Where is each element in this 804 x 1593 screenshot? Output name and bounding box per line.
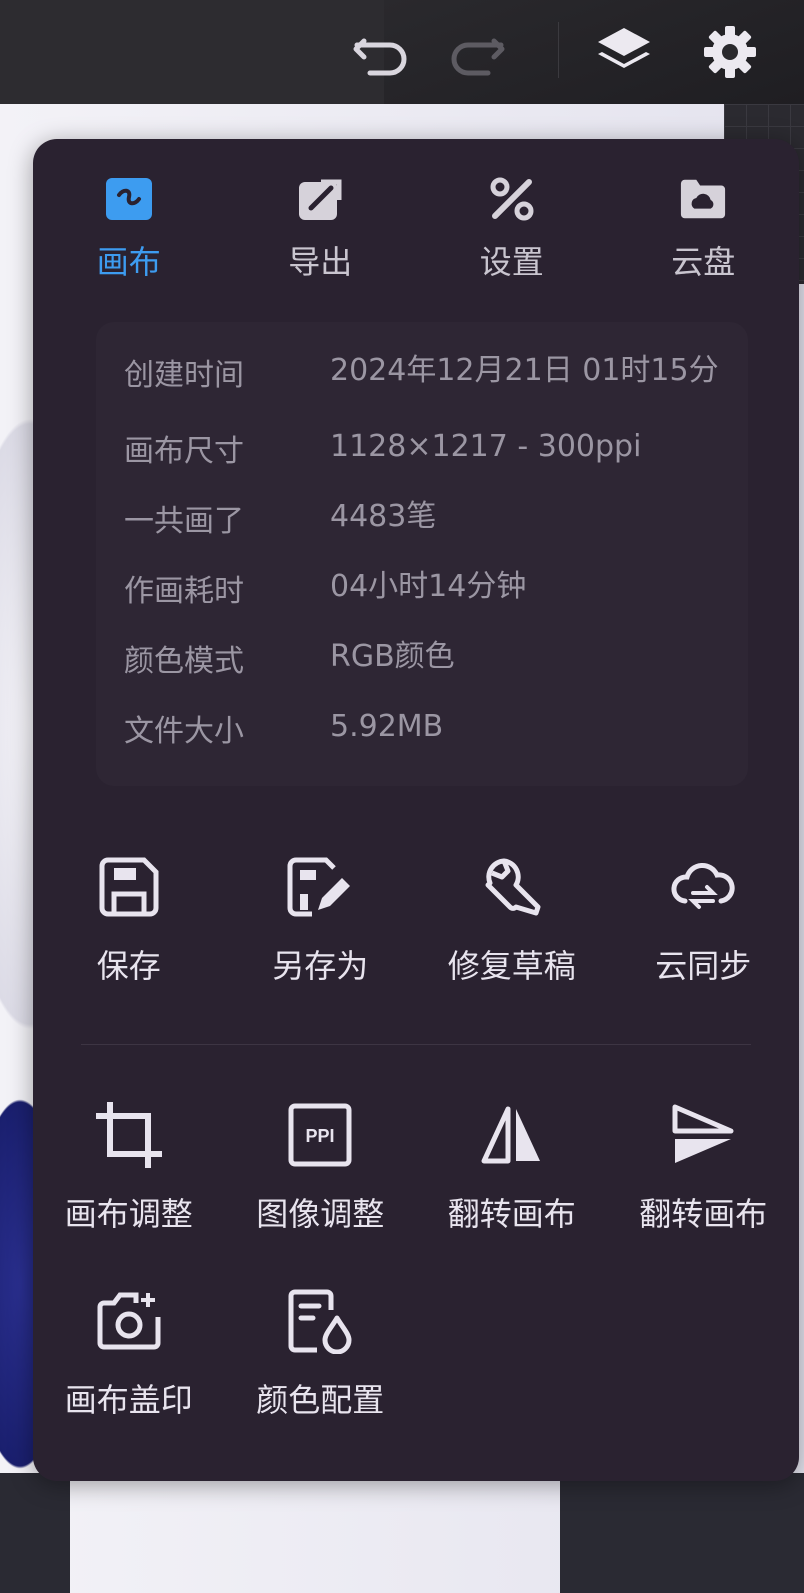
settings-tools-icon	[488, 175, 536, 223]
save-button[interactable]: 保存	[33, 851, 225, 987]
tab-label: 云盘	[671, 243, 736, 281]
color-profile-icon	[284, 1285, 356, 1357]
action-label: 翻转画布	[639, 1195, 768, 1233]
canvas-adjust-button[interactable]: 画布调整	[33, 1099, 225, 1235]
flip-vertical-button[interactable]: 翻转画布	[608, 1099, 800, 1235]
info-row-file-size: 文件大小 5.92MB	[124, 706, 730, 750]
action-label: 云同步	[655, 947, 752, 985]
info-row-strokes: 一共画了 4483笔	[124, 496, 730, 540]
cloud-sync-icon	[667, 851, 739, 923]
info-row-created: 创建时间 2024年12月21日 01时15分	[124, 350, 730, 394]
image-adjust-button[interactable]: PPI 图像调整	[225, 1099, 417, 1235]
canvas-info-card: 创建时间 2024年12月21日 01时15分 画布尺寸 1128×1217 -…	[96, 322, 748, 786]
info-key: 颜色模式	[124, 644, 244, 679]
info-row-color-mode: 颜色模式 RGB颜色	[124, 636, 730, 680]
tab-label: 导出	[288, 243, 353, 281]
action-label: 颜色配置	[256, 1381, 385, 1419]
tab-export[interactable]: 导出	[225, 139, 417, 299]
info-value: 1128×1217 - 300ppi	[330, 429, 642, 464]
canvas-menu-panel: 画布 导出 设置 云盘 创建时间 2024年12月21日 01时15分 画布尺寸…	[33, 139, 799, 1481]
flip-horizontal-icon	[476, 1099, 548, 1171]
redo-icon[interactable]	[446, 22, 506, 82]
info-value: 2024年12月21日 01时15分	[330, 353, 719, 388]
flip-vertical-icon	[667, 1099, 739, 1171]
action-label: 图像调整	[256, 1195, 385, 1233]
action-label: 画布盖印	[64, 1381, 193, 1419]
cloud-sync-button[interactable]: 云同步	[608, 851, 800, 987]
save-as-icon	[284, 851, 356, 923]
info-key: 作画耗时	[124, 574, 244, 609]
action-label: 保存	[96, 947, 161, 985]
color-profile-button[interactable]: 颜色配置	[225, 1285, 417, 1421]
info-value: 5.92MB	[330, 709, 444, 744]
tab-settings[interactable]: 设置	[416, 139, 608, 299]
info-key: 创建时间	[124, 358, 244, 393]
top-toolbar	[0, 0, 804, 104]
tab-label: 画布	[96, 243, 161, 281]
info-value: RGB颜色	[330, 639, 455, 674]
info-row-duration: 作画耗时 04小时14分钟	[124, 566, 730, 610]
action-label: 翻转画布	[447, 1195, 576, 1233]
action-label: 画布调整	[64, 1195, 193, 1233]
export-icon	[296, 175, 344, 223]
panel-tabs: 画布 导出 设置 云盘	[33, 139, 799, 299]
wrench-icon	[476, 851, 548, 923]
info-row-size: 画布尺寸 1128×1217 - 300ppi	[124, 426, 730, 470]
layers-icon[interactable]	[594, 22, 654, 82]
undo-icon[interactable]	[352, 22, 412, 82]
tab-label: 设置	[479, 243, 544, 281]
action-label: 另存为	[272, 947, 369, 985]
info-key: 文件大小	[124, 714, 244, 749]
ppi-icon: PPI	[284, 1099, 356, 1171]
camera-icon	[93, 1285, 165, 1357]
action-row-extra: 画布盖印 颜色配置	[33, 1285, 799, 1421]
ppi-icon-text: PPI	[306, 1126, 335, 1146]
repair-draft-button[interactable]: 修复草稿	[416, 851, 608, 987]
toolbar-separator	[558, 22, 559, 78]
info-key: 一共画了	[124, 504, 244, 539]
save-as-button[interactable]: 另存为	[225, 851, 417, 987]
info-value: 04小时14分钟	[330, 569, 527, 604]
action-row-adjust: 画布调整 PPI 图像调整 翻转画布 翻转画布	[33, 1099, 799, 1235]
canvas-stamp-button[interactable]: 画布盖印	[33, 1285, 225, 1421]
action-label: 修复草稿	[447, 947, 576, 985]
crop-icon	[93, 1099, 165, 1171]
tab-cloud[interactable]: 云盘	[608, 139, 800, 299]
cloud-folder-icon	[679, 175, 727, 223]
gear-icon[interactable]	[700, 22, 760, 82]
canvas-icon	[105, 175, 153, 223]
info-value: 4483笔	[330, 499, 437, 534]
action-row-file: 保存 另存为 修复草稿 云同步	[33, 851, 799, 987]
info-key: 画布尺寸	[124, 434, 244, 469]
save-icon	[93, 851, 165, 923]
flip-horizontal-button[interactable]: 翻转画布	[416, 1099, 608, 1235]
tab-canvas[interactable]: 画布	[33, 139, 225, 299]
section-divider	[81, 1044, 751, 1045]
canvas-grid-bottom	[0, 1473, 804, 1593]
